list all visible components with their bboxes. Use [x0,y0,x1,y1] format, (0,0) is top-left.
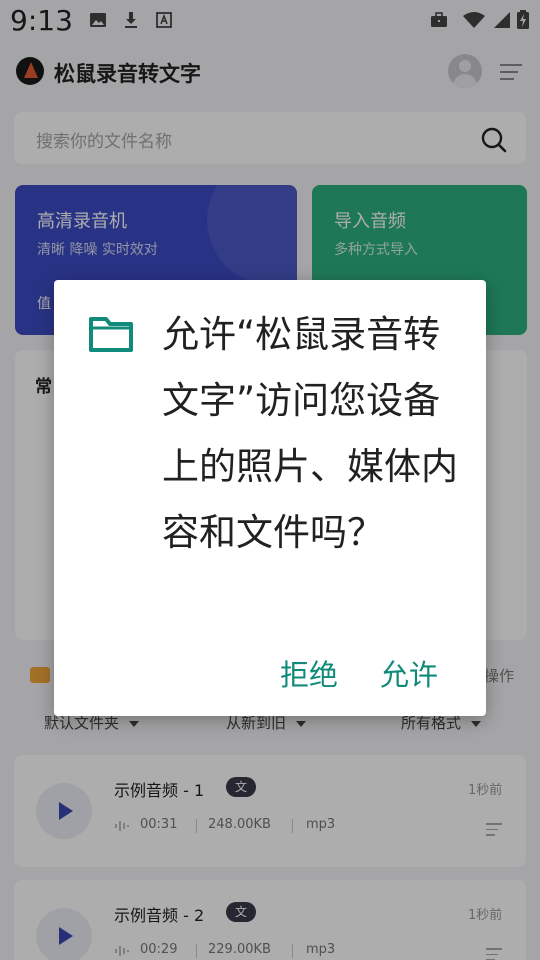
dialog-message: 允许“松鼠录音转文字”访问您设备上的照片、媒体内容和文件吗？ [162,313,458,554]
deny-button[interactable]: 拒绝 [280,652,338,694]
allow-button[interactable]: 允许 [380,652,438,694]
permission-dialog: 允许“松鼠录音转文字”访问您设备上的照片、媒体内容和文件吗？ 拒绝 允许 [54,280,486,716]
folder-icon [89,317,133,352]
